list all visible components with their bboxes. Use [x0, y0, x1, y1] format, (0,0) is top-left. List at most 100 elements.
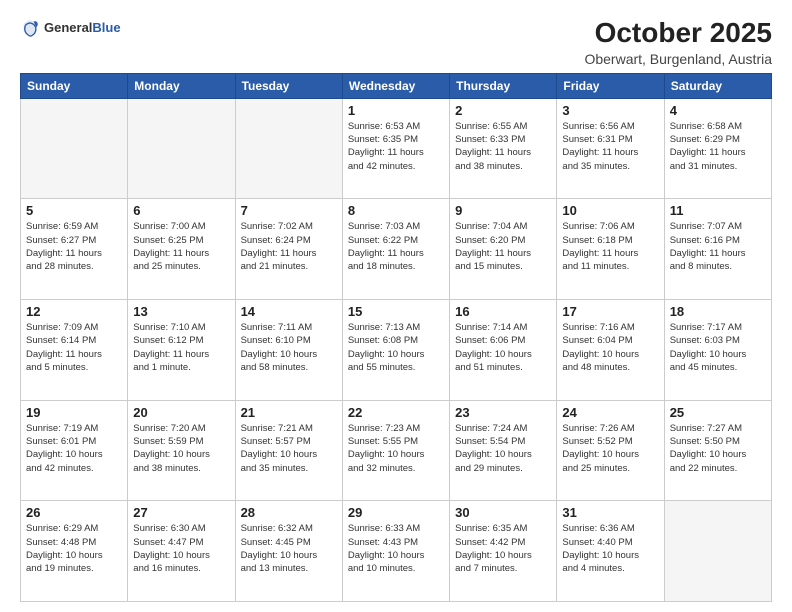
day-info: Sunrise: 7:10 AM Sunset: 6:12 PM Dayligh…	[133, 321, 229, 374]
calendar-day-header: Saturday	[664, 73, 771, 98]
calendar-day-cell	[664, 501, 771, 602]
day-number: 9	[455, 203, 551, 218]
day-number: 30	[455, 505, 551, 520]
day-info: Sunrise: 7:06 AM Sunset: 6:18 PM Dayligh…	[562, 220, 658, 273]
day-number: 18	[670, 304, 766, 319]
title-block: October 2025 Oberwart, Burgenland, Austr…	[584, 18, 772, 67]
day-number: 28	[241, 505, 337, 520]
calendar-day-cell: 2 Sunrise: 6:55 AM Sunset: 6:33 PM Daylig…	[450, 98, 557, 199]
day-info: Sunrise: 7:09 AM Sunset: 6:14 PM Dayligh…	[26, 321, 122, 374]
day-info: Sunrise: 6:30 AM Sunset: 4:47 PM Dayligh…	[133, 522, 229, 575]
calendar-day-cell: 31 Sunrise: 6:36 AM Sunset: 4:40 PM Dayli…	[557, 501, 664, 602]
day-info: Sunrise: 6:35 AM Sunset: 4:42 PM Dayligh…	[455, 522, 551, 575]
calendar-day-cell: 11Sunrise: 7:07 AM Sunset: 6:16 PM Dayli…	[664, 199, 771, 300]
calendar-day-cell: 16Sunrise: 7:14 AM Sunset: 6:06 PM Dayli…	[450, 300, 557, 401]
calendar-day-header: Monday	[128, 73, 235, 98]
day-number: 26	[26, 505, 122, 520]
calendar-table: SundayMondayTuesdayWednesdayThursdayFrid…	[20, 73, 772, 602]
day-info: Sunrise: 6:33 AM Sunset: 4:43 PM Dayligh…	[348, 522, 444, 575]
calendar-day-cell: 10 Sunrise: 7:06 AM Sunset: 6:18 PM Dayli…	[557, 199, 664, 300]
day-number: 7	[241, 203, 337, 218]
day-info: Sunrise: 7:21 AM Sunset: 5:57 PM Dayligh…	[241, 422, 337, 475]
day-number: 1	[348, 103, 444, 118]
day-number: 31	[562, 505, 658, 520]
calendar-day-cell: 13 Sunrise: 7:10 AM Sunset: 6:12 PM Dayli…	[128, 300, 235, 401]
calendar-day-cell: 28Sunrise: 6:32 AM Sunset: 4:45 PM Dayli…	[235, 501, 342, 602]
day-number: 12	[26, 304, 122, 319]
calendar-day-cell: 21 Sunrise: 7:21 AM Sunset: 5:57 PM Dayli…	[235, 400, 342, 501]
day-info: Sunrise: 7:04 AM Sunset: 6:20 PM Dayligh…	[455, 220, 551, 273]
day-info: Sunrise: 6:36 AM Sunset: 4:40 PM Dayligh…	[562, 522, 658, 575]
calendar-day-cell: 7 Sunrise: 7:02 AM Sunset: 6:24 PM Daylig…	[235, 199, 342, 300]
day-number: 25	[670, 405, 766, 420]
day-number: 8	[348, 203, 444, 218]
calendar-day-cell	[128, 98, 235, 199]
calendar-day-cell: 17 Sunrise: 7:16 AM Sunset: 6:04 PM Dayli…	[557, 300, 664, 401]
main-title: October 2025	[584, 18, 772, 49]
day-number: 21	[241, 405, 337, 420]
header: GeneralBlue October 2025 Oberwart, Burge…	[20, 18, 772, 67]
day-number: 23	[455, 405, 551, 420]
day-info: Sunrise: 7:20 AM Sunset: 5:59 PM Dayligh…	[133, 422, 229, 475]
day-info: Sunrise: 7:19 AM Sunset: 6:01 PM Dayligh…	[26, 422, 122, 475]
calendar-day-cell: 29Sunrise: 6:33 AM Sunset: 4:43 PM Dayli…	[342, 501, 449, 602]
calendar-day-cell: 12 Sunrise: 7:09 AM Sunset: 6:14 PM Dayli…	[21, 300, 128, 401]
day-info: Sunrise: 7:23 AM Sunset: 5:55 PM Dayligh…	[348, 422, 444, 475]
day-number: 10	[562, 203, 658, 218]
calendar-day-header: Tuesday	[235, 73, 342, 98]
day-number: 4	[670, 103, 766, 118]
day-info: Sunrise: 6:55 AM Sunset: 6:33 PM Dayligh…	[455, 120, 551, 173]
calendar-day-cell: 4 Sunrise: 6:58 AM Sunset: 6:29 PM Daylig…	[664, 98, 771, 199]
day-number: 27	[133, 505, 229, 520]
calendar-day-header: Friday	[557, 73, 664, 98]
day-info: Sunrise: 7:13 AM Sunset: 6:08 PM Dayligh…	[348, 321, 444, 374]
day-info: Sunrise: 6:59 AM Sunset: 6:27 PM Dayligh…	[26, 220, 122, 273]
calendar-day-cell: 22 Sunrise: 7:23 AM Sunset: 5:55 PM Dayli…	[342, 400, 449, 501]
calendar-week-row: 19Sunrise: 7:19 AM Sunset: 6:01 PM Dayli…	[21, 400, 772, 501]
page: GeneralBlue October 2025 Oberwart, Burge…	[0, 0, 792, 612]
calendar-day-cell: 23 Sunrise: 7:24 AM Sunset: 5:54 PM Dayli…	[450, 400, 557, 501]
calendar-day-cell: 19Sunrise: 7:19 AM Sunset: 6:01 PM Dayli…	[21, 400, 128, 501]
day-number: 17	[562, 304, 658, 319]
day-number: 6	[133, 203, 229, 218]
calendar-week-row: 5 Sunrise: 6:59 AM Sunset: 6:27 PM Daylig…	[21, 199, 772, 300]
calendar-week-row: 26 Sunrise: 6:29 AM Sunset: 4:48 PM Dayli…	[21, 501, 772, 602]
logo-general: GeneralBlue	[44, 19, 121, 37]
day-info: Sunrise: 7:16 AM Sunset: 6:04 PM Dayligh…	[562, 321, 658, 374]
calendar-day-cell: 6Sunrise: 7:00 AM Sunset: 6:25 PM Daylig…	[128, 199, 235, 300]
day-number: 2	[455, 103, 551, 118]
calendar-header-row: SundayMondayTuesdayWednesdayThursdayFrid…	[21, 73, 772, 98]
day-info: Sunrise: 6:58 AM Sunset: 6:29 PM Dayligh…	[670, 120, 766, 173]
day-number: 13	[133, 304, 229, 319]
calendar-day-cell: 18Sunrise: 7:17 AM Sunset: 6:03 PM Dayli…	[664, 300, 771, 401]
logo-icon	[20, 18, 40, 38]
day-number: 24	[562, 405, 658, 420]
day-info: Sunrise: 7:03 AM Sunset: 6:22 PM Dayligh…	[348, 220, 444, 273]
calendar-day-cell: 5 Sunrise: 6:59 AM Sunset: 6:27 PM Daylig…	[21, 199, 128, 300]
day-info: Sunrise: 6:53 AM Sunset: 6:35 PM Dayligh…	[348, 120, 444, 173]
logo-text-block: GeneralBlue	[44, 19, 121, 37]
day-info: Sunrise: 7:07 AM Sunset: 6:16 PM Dayligh…	[670, 220, 766, 273]
calendar-day-cell: 15Sunrise: 7:13 AM Sunset: 6:08 PM Dayli…	[342, 300, 449, 401]
day-number: 3	[562, 103, 658, 118]
calendar-day-cell: 9 Sunrise: 7:04 AM Sunset: 6:20 PM Daylig…	[450, 199, 557, 300]
calendar-day-cell: 1 Sunrise: 6:53 AM Sunset: 6:35 PM Daylig…	[342, 98, 449, 199]
calendar-week-row: 1 Sunrise: 6:53 AM Sunset: 6:35 PM Daylig…	[21, 98, 772, 199]
day-info: Sunrise: 7:27 AM Sunset: 5:50 PM Dayligh…	[670, 422, 766, 475]
calendar-week-row: 12 Sunrise: 7:09 AM Sunset: 6:14 PM Dayli…	[21, 300, 772, 401]
calendar-day-cell	[235, 98, 342, 199]
day-number: 5	[26, 203, 122, 218]
day-info: Sunrise: 6:29 AM Sunset: 4:48 PM Dayligh…	[26, 522, 122, 575]
day-number: 14	[241, 304, 337, 319]
calendar-day-cell: 30 Sunrise: 6:35 AM Sunset: 4:42 PM Dayli…	[450, 501, 557, 602]
calendar-day-cell: 27 Sunrise: 6:30 AM Sunset: 4:47 PM Dayli…	[128, 501, 235, 602]
calendar-day-header: Thursday	[450, 73, 557, 98]
calendar-day-header: Wednesday	[342, 73, 449, 98]
day-info: Sunrise: 7:02 AM Sunset: 6:24 PM Dayligh…	[241, 220, 337, 273]
day-number: 20	[133, 405, 229, 420]
calendar-day-cell: 3Sunrise: 6:56 AM Sunset: 6:31 PM Daylig…	[557, 98, 664, 199]
day-info: Sunrise: 7:24 AM Sunset: 5:54 PM Dayligh…	[455, 422, 551, 475]
logo: GeneralBlue	[20, 18, 121, 38]
day-number: 22	[348, 405, 444, 420]
calendar-day-cell: 8 Sunrise: 7:03 AM Sunset: 6:22 PM Daylig…	[342, 199, 449, 300]
